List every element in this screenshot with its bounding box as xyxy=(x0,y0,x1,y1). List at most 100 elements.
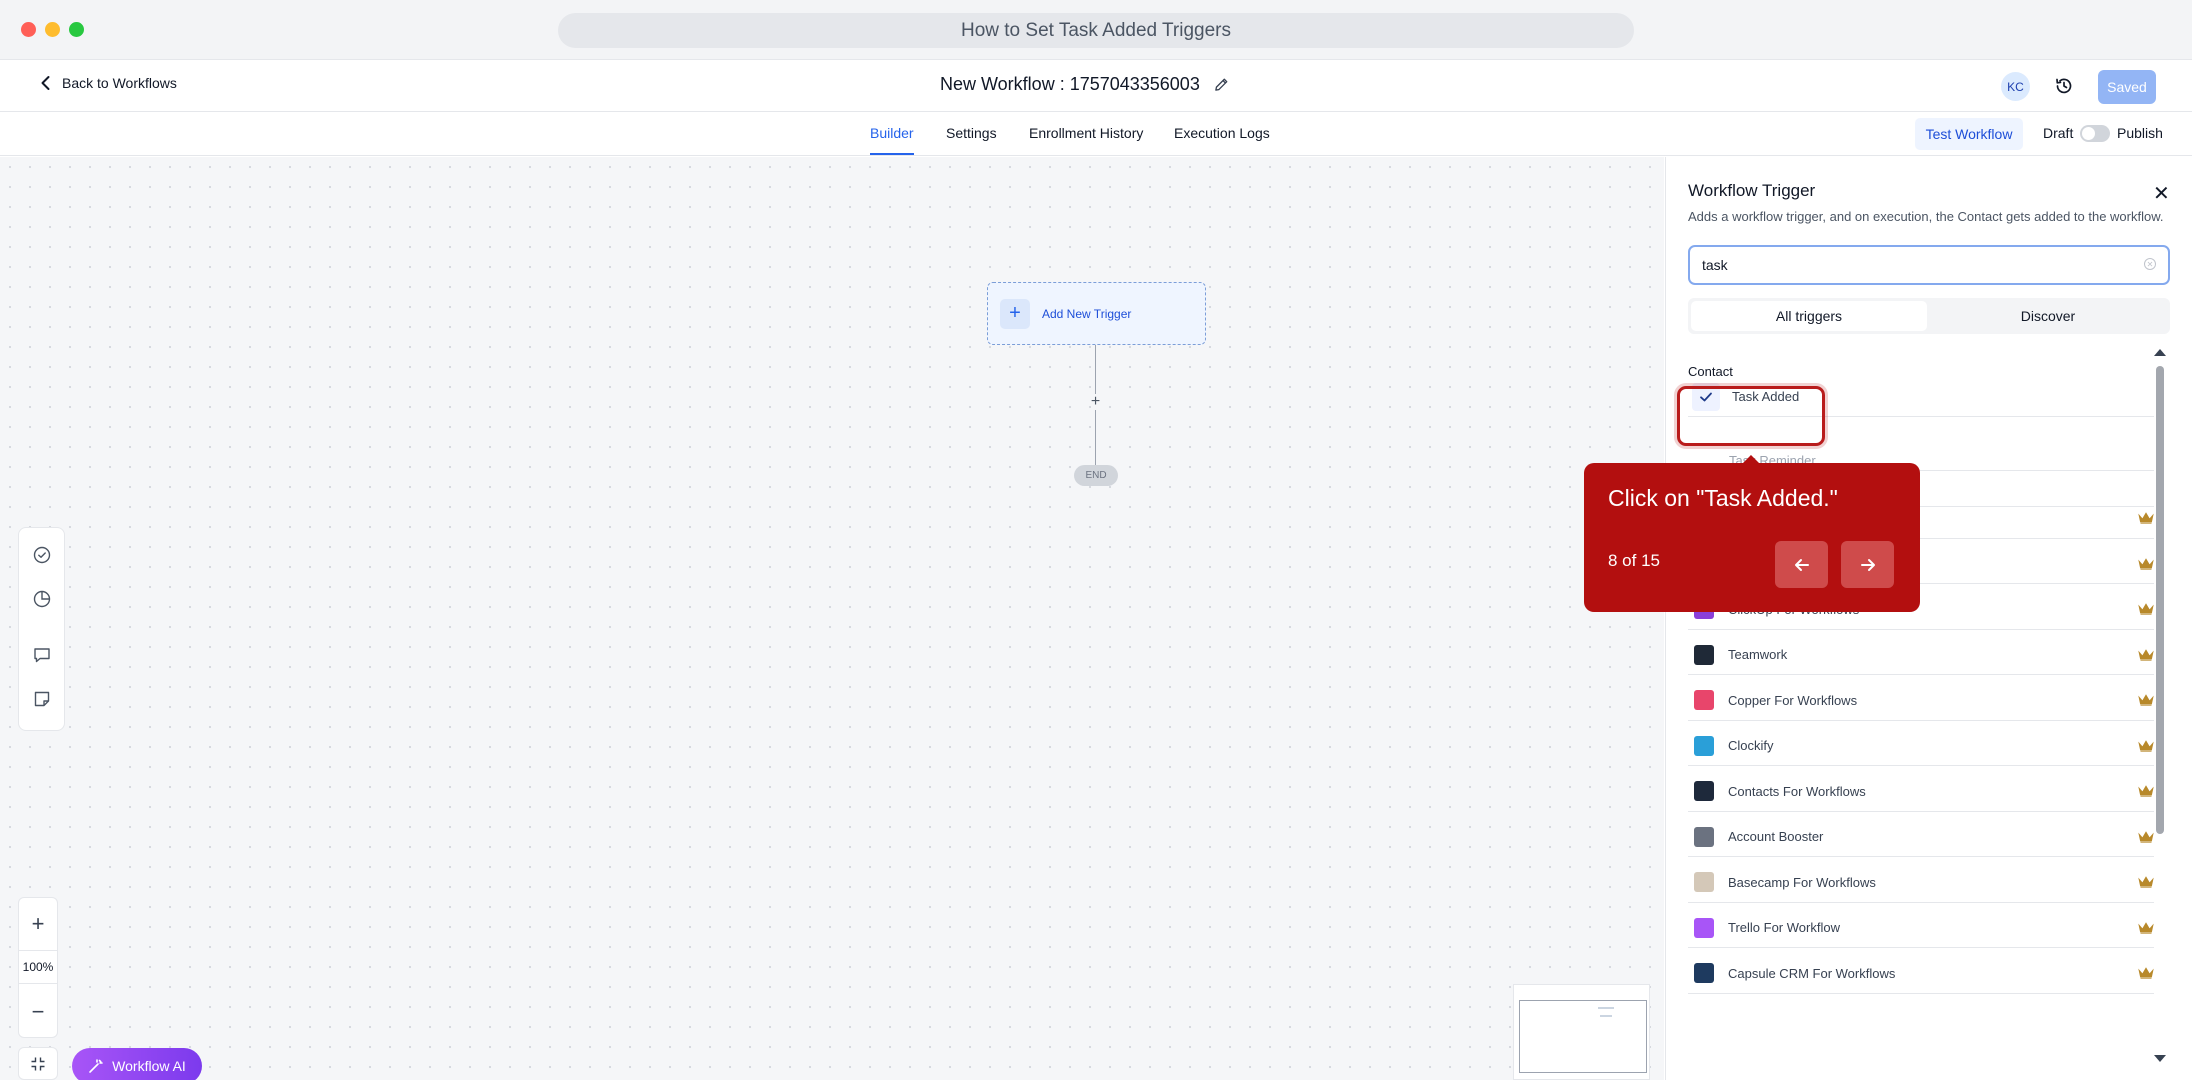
app-logo-icon xyxy=(1694,917,1714,938)
workflow-canvas[interactable] xyxy=(0,157,1664,1080)
trigger-item-label: Teamwork xyxy=(1728,647,1788,662)
add-new-trigger-node[interactable]: + Add New Trigger xyxy=(987,282,1206,345)
publish-label: Publish xyxy=(2117,125,2163,141)
premium-crown-icon xyxy=(2138,739,2154,752)
trigger-search-input[interactable] xyxy=(1688,245,2170,285)
app-header: Back to Workflows New Workflow : 1757043… xyxy=(0,60,2192,112)
premium-crown-icon xyxy=(2138,967,2154,979)
trigger-item-label: Account Booster xyxy=(1728,829,1824,844)
tab-bar: Builder Settings Enrollment History Exec… xyxy=(0,112,2192,156)
segment-discover[interactable]: Discover xyxy=(1930,301,2166,331)
publish-toggle[interactable] xyxy=(2080,125,2110,142)
check-circle-icon[interactable] xyxy=(32,545,52,565)
guide-tooltip: Click on "Task Added." 8 of 15 xyxy=(1584,463,1920,612)
arrow-right-icon xyxy=(1860,558,1875,571)
premium-crown-icon xyxy=(2138,830,2154,843)
scroll-up-icon[interactable] xyxy=(2154,349,2166,356)
scrollbar-thumb[interactable] xyxy=(2156,366,2164,834)
tab-settings[interactable]: Settings xyxy=(946,125,997,141)
end-node: END xyxy=(1074,465,1118,486)
avatar[interactable]: KC xyxy=(2001,72,2030,101)
minimap-viewport xyxy=(1519,1000,1647,1073)
test-workflow-button[interactable]: Test Workflow xyxy=(1915,118,2023,150)
window-minimize-dot[interactable] xyxy=(45,22,60,37)
connector-line xyxy=(1095,410,1096,465)
draft-label: Draft xyxy=(2043,125,2074,141)
close-icon[interactable]: ✕ xyxy=(2153,181,2170,206)
app-logo-icon xyxy=(1694,826,1714,847)
clear-search-icon[interactable]: ✕ xyxy=(2144,258,2156,270)
tooltip-step-count: 8 of 15 xyxy=(1608,551,1660,570)
trigger-item-label: Copper For Workflows xyxy=(1728,692,1858,708)
connector-line xyxy=(1095,345,1096,394)
trigger-item[interactable]: Trello For Workflow xyxy=(1688,908,2154,948)
history-icon[interactable] xyxy=(2054,76,2074,96)
saved-button[interactable]: Saved xyxy=(2098,70,2156,104)
zoom-in-button[interactable]: + xyxy=(19,905,57,943)
next-step-button[interactable] xyxy=(1841,541,1894,588)
tab-builder[interactable]: Builder xyxy=(870,125,914,155)
app-logo-icon xyxy=(1694,872,1714,892)
trigger-item[interactable]: Contacts For Workflows xyxy=(1688,772,2154,812)
trigger-item[interactable]: Capsule CRM For Workflows xyxy=(1688,954,2154,994)
scroll-down-icon[interactable] xyxy=(2154,1055,2166,1062)
pie-chart-icon[interactable] xyxy=(32,589,52,609)
sticky-note-icon[interactable] xyxy=(32,689,52,709)
premium-crown-icon xyxy=(2138,694,2154,706)
app-logo-icon xyxy=(1694,644,1714,665)
zoom-controls: + 100% − xyxy=(18,897,58,1038)
tab-enrollment-history[interactable]: Enrollment History xyxy=(1029,125,1143,141)
canvas-toolbar xyxy=(18,527,65,731)
trigger-item[interactable]: Account Booster xyxy=(1688,817,2154,857)
add-step-plus-icon[interactable]: + xyxy=(1088,393,1103,410)
minimap-node xyxy=(1598,1007,1614,1009)
trigger-item[interactable]: Copper For Workflows xyxy=(1688,681,2154,721)
chevron-left-icon xyxy=(41,76,50,90)
trigger-item-label: Contacts For Workflows xyxy=(1728,783,1866,799)
trigger-item[interactable]: Clockify xyxy=(1688,726,2154,766)
zoom-out-button[interactable]: − xyxy=(19,993,57,1031)
pencil-icon[interactable] xyxy=(1214,77,1229,92)
panel-title: Workflow Trigger xyxy=(1688,181,1816,200)
premium-crown-icon xyxy=(2138,648,2154,661)
minimap-node xyxy=(1600,1015,1612,1017)
minimap[interactable] xyxy=(1513,984,1650,1080)
back-to-workflows-link[interactable]: Back to Workflows xyxy=(38,75,177,91)
premium-crown-icon xyxy=(2138,512,2154,524)
trigger-item-label: Clockify xyxy=(1728,738,1774,753)
workflow-title: New Workflow : 1757043356003 xyxy=(940,74,1229,95)
workflow-title-text: New Workflow : 1757043356003 xyxy=(940,74,1200,94)
segment-all-triggers[interactable]: All triggers xyxy=(1691,301,1927,331)
tooltip-text: Click on "Task Added." xyxy=(1608,485,1838,511)
zoom-level: 100% xyxy=(19,950,57,984)
app-logo-icon xyxy=(1694,735,1714,756)
trigger-item[interactable]: Teamwork xyxy=(1688,635,2154,675)
tab-execution-logs[interactable]: Execution Logs xyxy=(1174,125,1270,141)
trigger-item-label: Basecamp For Workflows xyxy=(1728,874,1876,890)
previous-step-button[interactable] xyxy=(1775,541,1828,588)
premium-crown-icon xyxy=(2138,557,2154,570)
app-logo-icon xyxy=(1694,781,1714,801)
workflow-ai-label: Workflow AI xyxy=(112,1058,186,1074)
add-trigger-label: Add New Trigger xyxy=(1042,306,1132,321)
trigger-item[interactable]: Basecamp For Workflows xyxy=(1688,863,2154,903)
arrow-left-icon xyxy=(1794,558,1809,571)
panel-description: Adds a workflow trigger, and on executio… xyxy=(1688,209,2164,224)
app-logo-icon xyxy=(1694,963,1714,983)
workflow-ai-button[interactable]: Workflow AI xyxy=(72,1048,202,1080)
window-close-dot[interactable] xyxy=(21,22,36,37)
workflow-trigger-panel: Workflow Trigger ✕ Adds a workflow trigg… xyxy=(1665,157,2192,1080)
app-logo-icon xyxy=(1694,690,1714,710)
window-maximize-dot[interactable] xyxy=(69,22,84,37)
trigger-item-label: Trello For Workflow xyxy=(1728,920,1840,935)
address-bar[interactable]: How to Set Task Added Triggers xyxy=(558,13,1634,48)
trigger-segment-control: All triggers Discover xyxy=(1688,298,2170,334)
fit-view-button[interactable] xyxy=(18,1047,58,1080)
magic-wand-icon xyxy=(89,1059,103,1073)
back-label: Back to Workflows xyxy=(62,75,177,91)
premium-crown-icon xyxy=(2138,603,2154,615)
premium-crown-icon xyxy=(2138,921,2154,934)
browser-chrome: How to Set Task Added Triggers xyxy=(0,0,2192,60)
comment-icon[interactable] xyxy=(32,645,52,665)
plus-icon: + xyxy=(1000,298,1030,329)
